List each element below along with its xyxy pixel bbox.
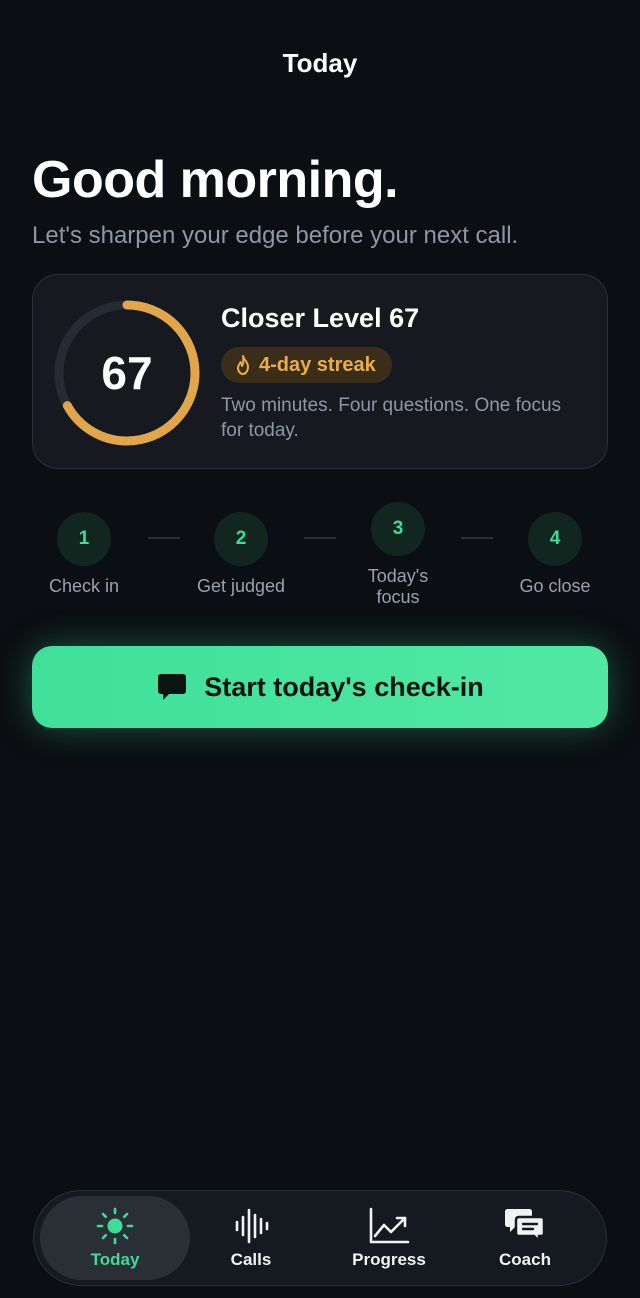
today-screen: Today Good morning. Let's sharpen your e… bbox=[0, 0, 640, 1298]
start-check-in-button[interactable]: Start today's check-in bbox=[32, 646, 608, 728]
chart-up-icon bbox=[369, 1207, 410, 1244]
greeting-subtitle: Let's sharpen your edge before your next… bbox=[32, 222, 519, 249]
chat-bubbles-icon bbox=[505, 1209, 546, 1245]
step-connector bbox=[304, 537, 336, 539]
step-number: 3 bbox=[371, 502, 425, 556]
start-check-in-label: Start today's check-in bbox=[204, 671, 484, 702]
step-number: 4 bbox=[528, 512, 582, 566]
tab-calls[interactable]: Calls bbox=[176, 1196, 326, 1280]
step-go-close: 4 Go close bbox=[490, 512, 620, 597]
step-check-in: 1 Check in bbox=[19, 512, 149, 597]
step-connector bbox=[461, 537, 493, 539]
step-number: 2 bbox=[214, 512, 268, 566]
tab-today[interactable]: Today bbox=[40, 1196, 190, 1280]
step-todays-focus: 3 Today's focus bbox=[333, 502, 463, 608]
waveform-icon bbox=[235, 1208, 269, 1244]
tab-label: Calls bbox=[230, 1250, 272, 1269]
nav-title: Today bbox=[282, 48, 358, 78]
level-card: 67 Closer Level 67 4-day streak Two minu… bbox=[32, 274, 608, 469]
tab-label: Progress bbox=[352, 1250, 426, 1269]
step-label: Go close bbox=[519, 576, 591, 596]
tab-progress[interactable]: Progress bbox=[314, 1196, 464, 1280]
sun-icon bbox=[96, 1207, 134, 1245]
greeting-title: Good morning. bbox=[32, 151, 399, 209]
level-title: Closer Level 67 bbox=[221, 303, 420, 333]
flame-icon bbox=[237, 355, 249, 375]
chat-bubble-icon bbox=[158, 674, 187, 700]
step-get-judged: 2 Get judged bbox=[176, 512, 306, 597]
step-label: Get judged bbox=[196, 576, 286, 596]
tab-coach[interactable]: Coach bbox=[450, 1196, 600, 1280]
streak-badge: 4-day streak bbox=[221, 347, 392, 383]
step-label: Check in bbox=[48, 576, 120, 596]
streak-label: 4-day streak bbox=[259, 353, 376, 376]
level-score: 67 bbox=[101, 347, 153, 399]
level-description: Two minutes. Four questions. One focus f… bbox=[221, 395, 562, 441]
tab-bar: Today Calls Progress Coach bbox=[33, 1190, 607, 1286]
step-label: Today's focus bbox=[367, 566, 429, 607]
tab-label: Coach bbox=[499, 1250, 551, 1269]
tab-label: Today bbox=[90, 1250, 140, 1269]
step-number: 1 bbox=[57, 512, 111, 566]
